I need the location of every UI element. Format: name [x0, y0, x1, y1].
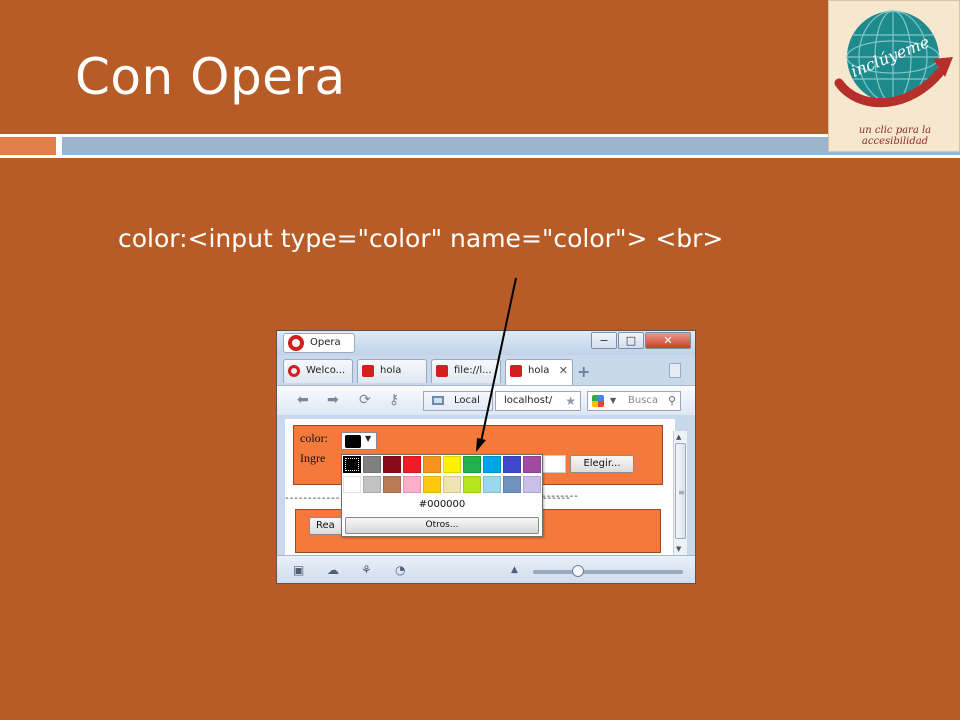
color-swatch[interactable]	[343, 476, 361, 493]
color-swatch[interactable]	[443, 456, 461, 473]
text-input[interactable]	[542, 455, 566, 473]
speed-dial-icon[interactable]: ◔	[395, 564, 405, 576]
color-swatch[interactable]	[483, 456, 501, 473]
color-swatch[interactable]	[503, 476, 521, 493]
zoom-slider[interactable]	[533, 565, 683, 577]
logo-caption: un clic para la accesibilidad	[858, 125, 932, 147]
google-icon	[592, 395, 604, 407]
title-bar: Opera − □ ✕	[277, 331, 695, 355]
tab-file[interactable]: file://l...	[431, 359, 501, 383]
key-icon[interactable]: ⚷	[389, 393, 399, 407]
maximize-button[interactable]: □	[618, 332, 644, 349]
color-swatch[interactable]	[403, 476, 421, 493]
color-swatch[interactable]	[423, 456, 441, 473]
scroll-down-icon[interactable]: ▼	[676, 545, 681, 553]
trash-icon[interactable]	[669, 363, 681, 378]
vertical-scrollbar[interactable]: ▲ ≡ ▼	[673, 431, 687, 555]
other-colors-button[interactable]: Otros...	[345, 517, 539, 534]
color-swatch[interactable]	[363, 476, 381, 493]
opera-menu-label: Opera	[310, 337, 341, 348]
search-input[interactable]: ▼ Busca ⚲	[587, 391, 681, 411]
navigation-bar: ⬅ ➡ ⟳ ⚷ Local localhost/ ★ ▼ Busca ⚲	[277, 385, 695, 415]
back-icon[interactable]: ⬅	[297, 393, 309, 407]
opera-logo-icon	[288, 335, 304, 351]
tab-label: hola	[380, 365, 402, 376]
color-swatch[interactable]	[383, 476, 401, 493]
color-swatch[interactable]	[363, 456, 381, 473]
color-swatch[interactable]	[483, 476, 501, 493]
status-bar: ▣ ☁ ⚘ ◔ ▲	[277, 555, 695, 583]
color-swatch[interactable]	[463, 456, 481, 473]
window-controls: − □ ✕	[590, 332, 691, 349]
color-input-swatch	[345, 435, 361, 448]
choose-file-button[interactable]: Elegir...	[570, 455, 634, 473]
color-swatch[interactable]	[383, 456, 401, 473]
tab-hola[interactable]: hola	[357, 359, 427, 383]
color-label: color:	[300, 431, 328, 445]
opera-icon	[288, 365, 300, 377]
forward-icon[interactable]: ➡	[327, 393, 339, 407]
color-swatch[interactable]	[523, 476, 541, 493]
share-icon[interactable]: ⚘	[361, 564, 372, 576]
search-icon[interactable]: ⚲	[668, 392, 676, 410]
color-picker-popup: #000000 Otros...	[341, 454, 543, 537]
star-icon[interactable]: ★	[565, 392, 576, 410]
color-swatch[interactable]	[403, 456, 421, 473]
tab-bar: Welco... hola file://l... hola ✕ +	[277, 357, 695, 385]
chevron-down-icon[interactable]: ▼	[610, 392, 616, 410]
page-icon	[436, 365, 448, 377]
color-swatch-grid	[343, 456, 541, 493]
address-url: localhost/	[504, 395, 553, 406]
page-icon	[510, 365, 522, 377]
tab-label: file://l...	[454, 365, 492, 376]
reload-icon[interactable]: ⟳	[359, 393, 371, 407]
cloud-icon[interactable]: ☁	[327, 564, 339, 576]
grip-icon: ≡	[678, 488, 685, 497]
color-swatch[interactable]	[503, 456, 521, 473]
tab-hola-active[interactable]: hola ✕	[505, 359, 573, 385]
accent-bar-right	[62, 134, 960, 158]
tab-welcome[interactable]: Welco...	[283, 359, 353, 383]
incluyeme-logo: inclúyeme un clic para la accesibilidad	[828, 0, 960, 152]
color-input[interactable]: ▼	[341, 432, 377, 450]
chevron-down-icon[interactable]: ▼	[365, 434, 371, 443]
opera-menu-button[interactable]: Opera	[283, 333, 355, 353]
code-snippet: color:<input type="color" name="color"> …	[118, 224, 724, 253]
monitor-icon	[432, 396, 444, 405]
color-swatch[interactable]	[443, 476, 461, 493]
local-badge[interactable]: Local	[423, 391, 493, 411]
tab-label: Welco...	[306, 365, 346, 376]
color-swatch[interactable]	[523, 456, 541, 473]
scroll-thumb[interactable]: ≡	[675, 443, 686, 539]
ingresa-label: Ingre	[300, 451, 326, 465]
minimize-button[interactable]: −	[591, 332, 617, 349]
color-swatch[interactable]	[423, 476, 441, 493]
tab-label: hola	[528, 365, 550, 376]
globe-icon: inclúyeme	[834, 10, 953, 108]
page-icon	[362, 365, 374, 377]
tab-close-icon[interactable]: ✕	[559, 360, 568, 382]
panel-toggle-icon[interactable]: ▣	[293, 564, 304, 576]
slide-title: Con Opera	[75, 48, 346, 106]
local-label: Local	[454, 395, 480, 406]
close-window-button[interactable]: ✕	[645, 332, 691, 349]
divider-right: --------	[542, 491, 579, 502]
scroll-up-icon[interactable]: ▲	[676, 433, 681, 441]
address-field[interactable]: localhost/ ★	[495, 391, 581, 411]
color-swatch[interactable]	[463, 476, 481, 493]
color-swatch[interactable]	[343, 456, 361, 473]
zoom-slider-knob[interactable]	[572, 565, 584, 577]
accent-bar-left	[0, 134, 56, 158]
new-tab-icon[interactable]: +	[577, 362, 590, 381]
zoom-up-icon[interactable]: ▲	[511, 564, 518, 576]
search-placeholder: Busca	[628, 395, 659, 406]
selected-hex-label: #000000	[418, 499, 466, 510]
